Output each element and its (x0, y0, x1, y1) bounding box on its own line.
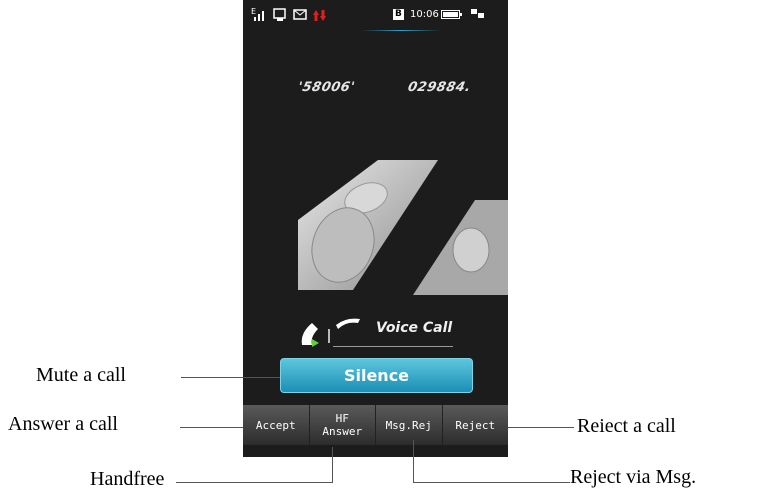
reject-leader-line (508, 427, 574, 428)
handfree-annotation: Handfree (90, 468, 165, 490)
divider (333, 346, 453, 347)
b-badge: B (393, 9, 404, 20)
message-icon (293, 9, 307, 20)
clock: 10:06 (410, 9, 439, 20)
status-accent-line (361, 30, 441, 31)
phone-mode-icon (471, 9, 484, 18)
svg-text:E: E (251, 7, 256, 16)
soft-key-bar: Accept HF Answer Msg.Rej Reject (243, 405, 508, 445)
hf-answer-button[interactable]: HF Answer (310, 405, 376, 445)
battery-icon (441, 10, 462, 19)
data-transfer-icon (313, 10, 326, 21)
handfree-leader-h (176, 482, 333, 483)
answer-annotation: Answer a call (8, 413, 118, 435)
hf-answer-label: Answer (322, 425, 363, 438)
accept-button[interactable]: Accept (243, 405, 310, 445)
reject-msg-leader-h (413, 482, 570, 483)
signal-strength-icon: E (251, 7, 264, 21)
call-type-label: Voice Call (376, 320, 453, 336)
sync-icon (273, 8, 286, 21)
msg-reject-button[interactable]: Msg.Rej (376, 405, 443, 445)
handfree-leader-v (332, 447, 333, 483)
reject-msg-annotation: Reject via Msg. (570, 466, 697, 488)
phone-screen: E B 10:06 '58006' 029884. Voice Call Sil… (243, 0, 508, 457)
reject-annotation: Reiect a call (577, 415, 676, 437)
answer-leader-line (180, 427, 243, 428)
reject-msg-leader-v (413, 440, 414, 483)
contact-photo-placeholder-2[interactable] (413, 200, 508, 295)
mute-leader-line (181, 377, 280, 378)
caller-number-left: '58006' (296, 80, 357, 95)
caller-number-right: 029884. (406, 80, 473, 95)
mute-annotation: Mute a call (36, 364, 126, 386)
silence-button[interactable]: Silence (280, 358, 473, 393)
status-bar: E B 10:06 (243, 0, 508, 31)
hf-label: HF (335, 412, 349, 425)
reject-button[interactable]: Reject (443, 405, 509, 445)
voice-call-icon (301, 318, 360, 347)
